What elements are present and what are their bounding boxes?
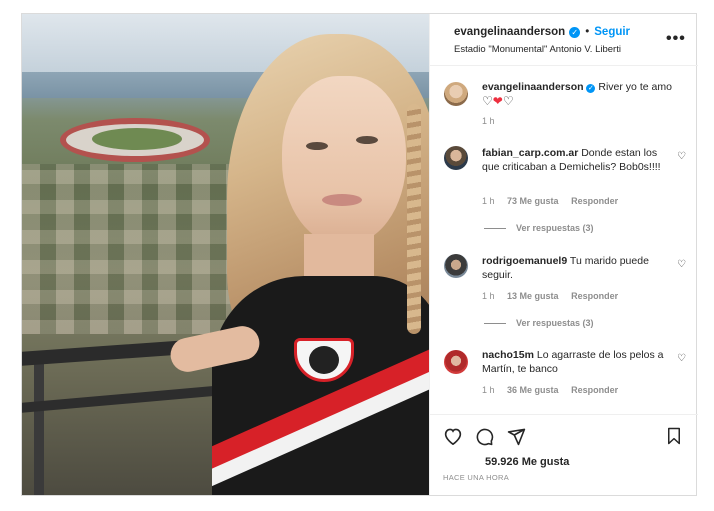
post-timestamp[interactable]: HACE UNA HORA xyxy=(443,473,509,482)
caption-heart-red-icon: ❤ xyxy=(492,94,503,108)
comment-reply-button[interactable]: Responder xyxy=(571,196,618,206)
caption-time[interactable]: 1 h xyxy=(482,116,495,126)
post-likes-count[interactable]: 59.926 Me gusta xyxy=(485,456,569,468)
comment-username[interactable]: fabian_carp.com.ar xyxy=(482,147,578,159)
caption-body: River yo te amo xyxy=(598,81,672,93)
comment-icon[interactable] xyxy=(475,427,494,451)
comment-username[interactable]: rodrigoemanuel9 xyxy=(482,255,567,267)
comment-likes[interactable]: 73 Me gusta xyxy=(507,196,559,206)
caption-verified-icon: ✓ xyxy=(586,84,596,93)
follow-button[interactable]: Seguir xyxy=(594,26,630,38)
like-icon[interactable] xyxy=(443,427,463,450)
photo-lips xyxy=(322,194,362,206)
more-options-icon[interactable]: ••• xyxy=(666,30,686,48)
comment-likes[interactable]: 13 Me gusta xyxy=(507,291,559,301)
photo-stadium-field xyxy=(92,128,182,150)
jersey-crest-center xyxy=(309,346,339,374)
comment-meta: 1 h 13 Me gusta Responder xyxy=(482,291,628,301)
header-user-line: evangelinaanderson ✓ • Seguir xyxy=(454,26,630,38)
post-location[interactable]: Estadio "Monumental" Antonio V. Liberti xyxy=(454,44,621,55)
post-photo[interactable] xyxy=(22,14,429,495)
comment-time[interactable]: 1 h xyxy=(482,291,495,301)
replies-divider xyxy=(484,322,506,324)
view-replies-label: Ver respuestas (3) xyxy=(516,223,594,233)
photo-face xyxy=(282,76,406,246)
photo-eye-left xyxy=(306,142,328,150)
comment-avatar[interactable] xyxy=(444,254,468,278)
comment-like-icon[interactable]: ♡ xyxy=(677,151,686,162)
view-replies-label: Ver respuestas (3) xyxy=(516,318,594,328)
comment-meta: 1 h 73 Me gusta Responder xyxy=(482,196,628,206)
share-icon[interactable] xyxy=(507,427,526,451)
comment-time[interactable]: 1 h xyxy=(482,385,495,395)
comment-like-icon[interactable]: ♡ xyxy=(677,353,686,364)
header-separator: • xyxy=(585,26,590,38)
comment-text: fabian_carp.com.ar Donde estan los que c… xyxy=(482,146,672,174)
photo-eye-right xyxy=(356,136,378,144)
caption-text: evangelinaanderson ✓ River yo te amo ♡❤♡ xyxy=(482,80,672,109)
photo-railing-post xyxy=(34,359,44,495)
comment-username[interactable]: nacho15m xyxy=(482,349,534,361)
post-actions: 59.926 Me gusta HACE UNA HORA xyxy=(430,414,698,494)
post-sidebar: evangelinaanderson ✓ • Seguir Estadio "M… xyxy=(429,14,698,495)
caption-heart-outline-icon: ♡ xyxy=(502,94,514,108)
photo-braid xyxy=(407,104,421,334)
comment-text: nacho15m Lo agarraste de los pelos a Mar… xyxy=(482,348,672,376)
verified-badge-icon: ✓ xyxy=(569,26,581,38)
replies-divider xyxy=(484,227,506,229)
comment-like-icon[interactable]: ♡ xyxy=(677,259,686,270)
post-header: evangelinaanderson ✓ • Seguir Estadio "M… xyxy=(430,14,698,66)
view-replies-button[interactable]: Ver respuestas (3) xyxy=(484,223,594,233)
instagram-post: evangelinaanderson ✓ • Seguir Estadio "M… xyxy=(21,13,698,496)
caption-username[interactable]: evangelinaanderson xyxy=(482,81,584,93)
comment-reply-button[interactable]: Responder xyxy=(571,291,618,301)
comment-time[interactable]: 1 h xyxy=(482,196,495,206)
view-replies-button[interactable]: Ver respuestas (3) xyxy=(484,318,594,328)
caption-meta: 1 h xyxy=(482,116,505,126)
header-username[interactable]: evangelinaanderson xyxy=(454,26,565,38)
comment-reply-button[interactable]: Responder xyxy=(571,385,618,395)
photo-railing-bottom xyxy=(22,385,222,413)
comment-meta: 1 h 36 Me gusta Responder xyxy=(482,385,628,395)
comment-avatar[interactable] xyxy=(444,146,468,170)
caption-heart-outline-icon: ♡ xyxy=(482,94,493,108)
comment-avatar[interactable] xyxy=(444,350,468,374)
comment-text: rodrigoemanuel9 Tu marido puede seguir. xyxy=(482,254,672,282)
caption-avatar[interactable] xyxy=(444,82,468,106)
photo-jersey xyxy=(212,276,429,495)
bookmark-icon[interactable] xyxy=(666,427,682,450)
comment-likes[interactable]: 36 Me gusta xyxy=(507,385,559,395)
